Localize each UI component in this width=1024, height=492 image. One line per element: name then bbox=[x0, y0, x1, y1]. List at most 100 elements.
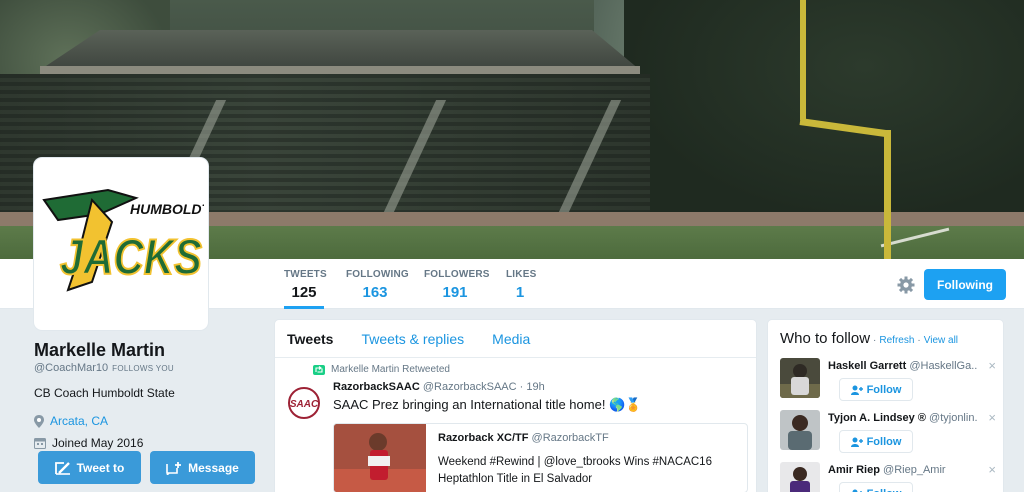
tweet-to-label: Tweet to bbox=[76, 460, 125, 475]
profile-card: Markelle Martin @CoachMar10 FOLLOWS YOU C… bbox=[34, 340, 264, 450]
location-pin-icon bbox=[34, 414, 44, 428]
header-separator: · bbox=[917, 335, 921, 346]
location-row: Arcata, CA bbox=[34, 414, 264, 428]
tweet[interactable]: Markelle Martin Retweeted SAAC Razorback… bbox=[275, 358, 756, 492]
goalpost-upright bbox=[800, 0, 806, 120]
quoted-tweet-text: Weekend #Rewind | @love_tbrooks Wins #NA… bbox=[438, 456, 712, 485]
message-button[interactable]: Message bbox=[150, 451, 255, 484]
dismiss-icon[interactable]: × bbox=[988, 358, 996, 373]
suggestion-item: Amir Riep @Riep_Amir × Follow bbox=[780, 462, 1000, 492]
tweet-header: RazorbackSAAC @RazorbackSAAC · 19h bbox=[333, 381, 746, 393]
user-photo bbox=[780, 462, 820, 492]
profile-actions: Tweet to Message bbox=[38, 451, 255, 484]
joined-row: Joined May 2016 bbox=[34, 436, 264, 450]
suggestion-handle[interactable]: @tyjonlin... bbox=[929, 412, 978, 424]
athlete-photo bbox=[334, 424, 426, 492]
stadium-roof bbox=[40, 30, 640, 70]
quoted-tweet-body: Razorback XC/TF @RazorbackTF Weekend #Re… bbox=[438, 432, 741, 488]
add-user-icon bbox=[852, 489, 863, 492]
stat-label: TWEETS bbox=[284, 269, 327, 280]
follow-button[interactable]: Follow bbox=[839, 378, 913, 401]
quoted-author-handle: @RazorbackTF bbox=[531, 432, 609, 444]
stat-following[interactable]: FOLLOWING 163 bbox=[346, 269, 409, 309]
profile-bio: CB Coach Humboldt State bbox=[34, 386, 175, 400]
tweet-author-handle[interactable]: @RazorbackSAAC bbox=[423, 381, 517, 393]
tweet-text: SAAC Prez bringing an International titl… bbox=[333, 397, 642, 412]
follow-label: Follow bbox=[866, 383, 902, 396]
tweet-author-name[interactable]: RazorbackSAAC bbox=[333, 381, 420, 393]
stat-label: LIKES bbox=[506, 269, 537, 280]
stat-value: 163 bbox=[362, 284, 388, 301]
suggestion-avatar[interactable] bbox=[780, 410, 820, 450]
view-all-link[interactable]: View all bbox=[924, 335, 958, 346]
suggestion-item: Tyjon A. Lindsey ® @tyjonlin... × Follow bbox=[780, 410, 1000, 460]
screen-name-row: @CoachMar10 FOLLOWS YOU bbox=[34, 362, 264, 374]
follow-label: Follow bbox=[866, 435, 902, 448]
dismiss-icon[interactable]: × bbox=[988, 410, 996, 425]
suggestion-name[interactable]: Amir Riep bbox=[828, 464, 880, 476]
follow-button[interactable]: Follow bbox=[839, 430, 913, 453]
stat-value: 191 bbox=[442, 284, 468, 301]
user-photo bbox=[780, 410, 820, 450]
who-to-follow-title: Who to follow bbox=[780, 330, 871, 347]
who-to-follow: Who to follow · Refresh · View all Haske… bbox=[767, 319, 1004, 492]
retweet-icon bbox=[313, 364, 325, 375]
avatar[interactable]: HUMBOLDT S JACKS bbox=[34, 158, 208, 330]
suggestion-handle[interactable]: @Riep_Amir bbox=[883, 464, 946, 476]
dismiss-icon[interactable]: × bbox=[988, 462, 996, 477]
tab-tweets-replies[interactable]: Tweets & replies bbox=[361, 331, 464, 347]
tweet-timestamp[interactable]: · 19h bbox=[520, 381, 545, 393]
quoted-author-name: Razorback XC/TF bbox=[438, 432, 529, 444]
follow-label: Follow bbox=[867, 488, 902, 492]
who-to-follow-header: Who to follow · Refresh · View all bbox=[768, 320, 1003, 347]
follows-you-badge: FOLLOWS YOU bbox=[112, 364, 174, 373]
suggestion-name-line: Tyjon A. Lindsey ® @tyjonlin... bbox=[828, 412, 978, 424]
retweet-context: Markelle Martin Retweeted bbox=[313, 364, 746, 375]
goalpost-base bbox=[884, 130, 891, 259]
timeline: Tweets Tweets & replies Media Markelle M… bbox=[274, 319, 757, 492]
saac-logo: SAAC bbox=[287, 386, 321, 420]
compose-icon bbox=[54, 461, 70, 475]
quoted-tweet[interactable]: Razorback XC/TF @RazorbackTF Weekend #Re… bbox=[333, 423, 748, 492]
stat-value: 125 bbox=[291, 284, 317, 301]
quoted-tweet-image bbox=[334, 424, 426, 492]
stadium-roof-edge bbox=[40, 66, 640, 74]
stat-followers[interactable]: FOLLOWERS 191 bbox=[424, 269, 490, 309]
suggestion-avatar[interactable] bbox=[780, 358, 820, 398]
timeline-tabs: Tweets Tweets & replies Media bbox=[275, 320, 756, 358]
follow-button[interactable]: Follow bbox=[839, 482, 913, 492]
suggestion-handle[interactable]: @HaskellGa... bbox=[909, 360, 978, 372]
tweet-avatar[interactable]: SAAC bbox=[287, 386, 321, 420]
tweet-to-button[interactable]: Tweet to bbox=[38, 451, 141, 484]
message-label: Message bbox=[188, 460, 239, 475]
logo-main-text: JACKS bbox=[60, 229, 202, 285]
verified-mark: ® bbox=[917, 412, 926, 424]
stat-tweets[interactable]: TWEETS 125 bbox=[284, 269, 327, 309]
tab-media[interactable]: Media bbox=[492, 331, 530, 347]
suggestion-item: Haskell Garrett @HaskellGa... × Follow bbox=[780, 358, 1000, 408]
suggestion-avatar[interactable] bbox=[780, 462, 820, 492]
message-icon bbox=[166, 461, 182, 475]
gear-icon[interactable] bbox=[896, 275, 916, 295]
suggestion-name[interactable]: Tyjon A. Lindsey bbox=[828, 412, 915, 424]
refresh-link[interactable]: Refresh bbox=[879, 335, 914, 346]
joined-date: Joined May 2016 bbox=[52, 436, 144, 450]
suggestion-name-line: Haskell Garrett @HaskellGa... bbox=[828, 360, 978, 372]
stat-label: FOLLOWERS bbox=[424, 269, 490, 280]
location-link[interactable]: Arcata, CA bbox=[50, 414, 108, 428]
suggestion-name[interactable]: Haskell Garrett bbox=[828, 360, 906, 372]
saac-logo-text: SAAC bbox=[290, 399, 319, 410]
stat-likes[interactable]: LIKES 1 bbox=[506, 269, 537, 309]
following-button[interactable]: Following bbox=[924, 269, 1006, 300]
calendar-icon bbox=[34, 438, 46, 449]
retweeted-by[interactable]: Markelle Martin Retweeted bbox=[331, 364, 450, 375]
screen-name[interactable]: @CoachMar10 bbox=[34, 362, 108, 374]
logo-top-text: HUMBOLDT S bbox=[130, 201, 204, 217]
user-photo bbox=[780, 358, 820, 398]
jacks-logo: HUMBOLDT S JACKS bbox=[38, 162, 204, 326]
stat-value: 1 bbox=[515, 284, 525, 301]
tab-tweets[interactable]: Tweets bbox=[287, 331, 333, 347]
add-user-icon bbox=[850, 437, 863, 447]
stat-label: FOLLOWING bbox=[346, 269, 409, 280]
profile-name[interactable]: Markelle Martin bbox=[34, 340, 264, 360]
